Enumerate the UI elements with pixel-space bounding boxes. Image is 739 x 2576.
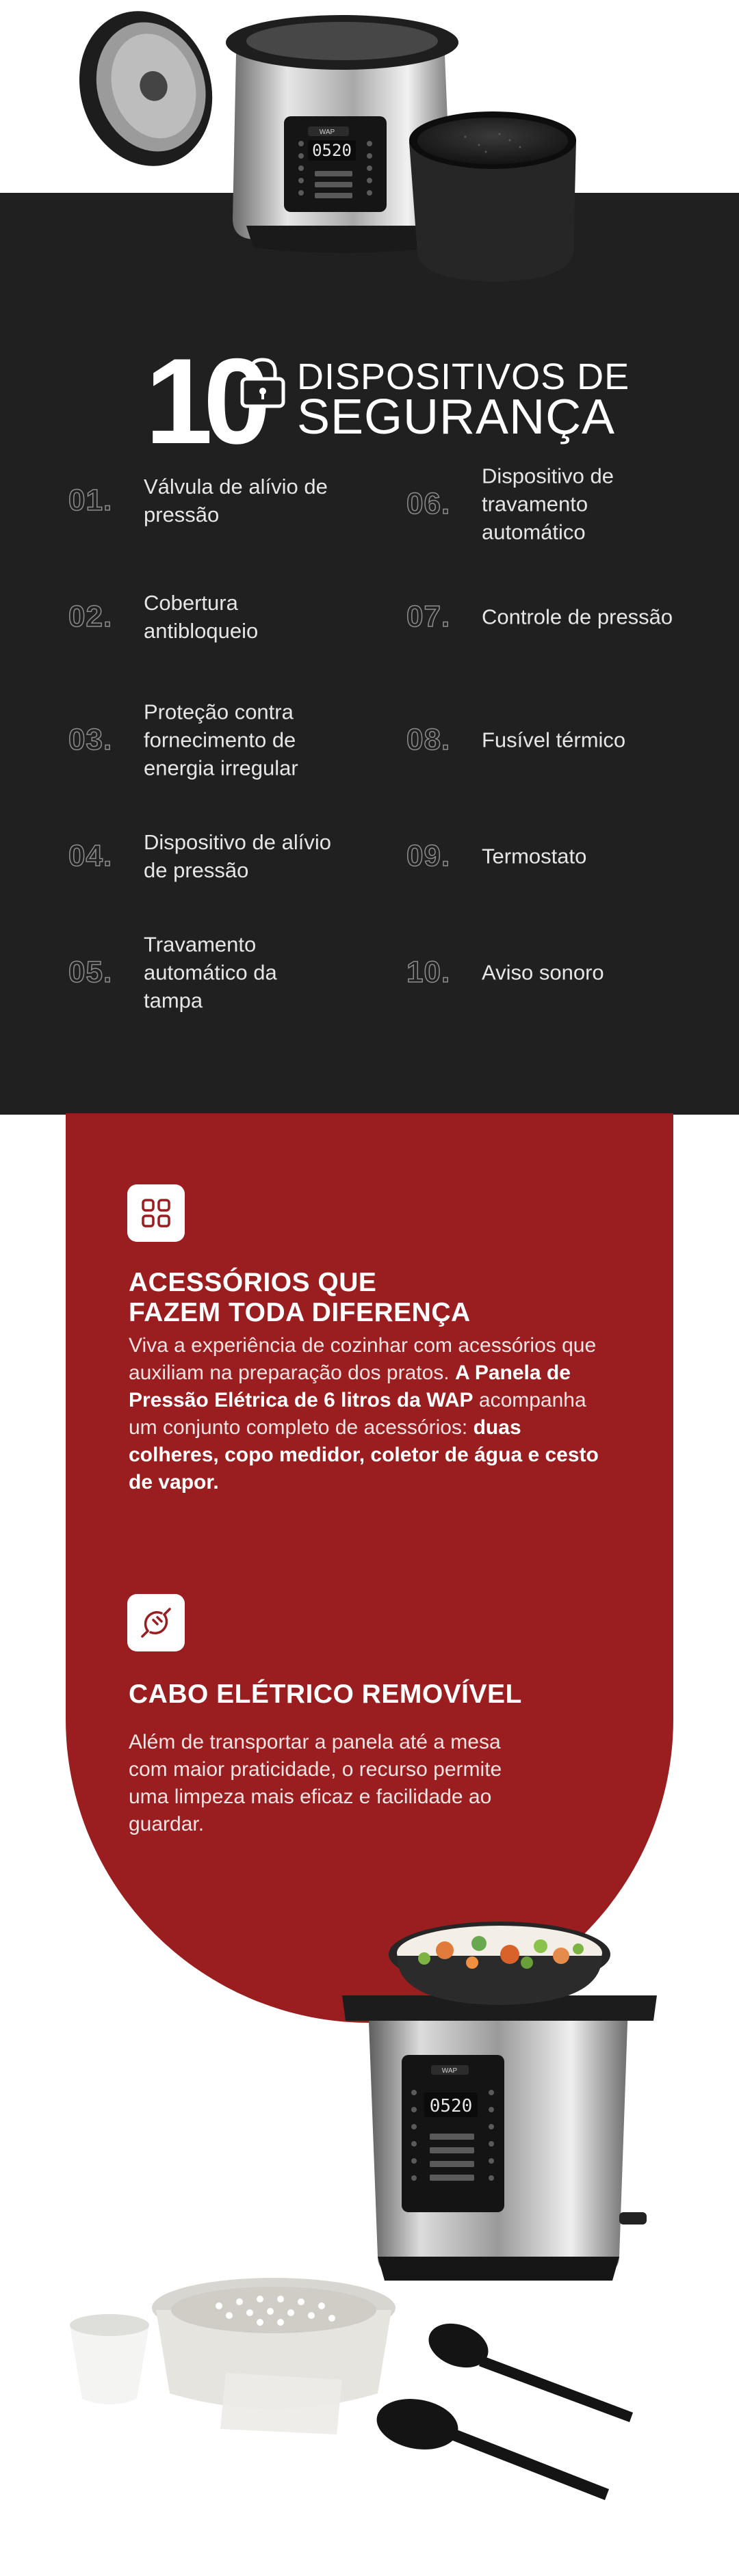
safety-item-text: Termostato [482, 844, 587, 868]
safety-item: 01. Válvula de alívio de pressão [68, 466, 328, 535]
safety-item-number: 05. [68, 955, 113, 990]
brand-logo: WAP [320, 129, 335, 136]
cable-title: CABO ELÉTRICO REMOVÍVEL [129, 1679, 522, 1709]
accessories-title-line2: FAZEM TODA DIFERENÇA [129, 1298, 471, 1327]
safety-item-number: 10. [406, 955, 451, 990]
safety-item: 06. Dispositivo de travamento automático [406, 460, 653, 548]
safety-item-number: 06. [406, 486, 451, 521]
safety-item-number: 01. [68, 483, 113, 518]
display-readout-bottom: 0520 [430, 2096, 473, 2116]
pressure-cooker-open-image: WAP 0520 [79, 11, 576, 282]
accessories-title: ACESSÓRIOS QUE FAZEM TODA DIFERENÇA [129, 1268, 621, 1328]
safety-item: 03. Proteção contra fornecimento de ener… [68, 695, 315, 784]
safety-devices-section: 10 DISPOSITIVOS DE SEGURANÇA 01. Válvula… [0, 193, 739, 1115]
padlock-icon [240, 358, 285, 408]
safety-item-text: Proteção contra fornecimento de energia … [144, 700, 298, 780]
safety-item-text: Válvula de alívio de pressão [144, 475, 328, 527]
safety-item: 04. Dispositivo de alívio de pressão [68, 822, 331, 890]
safety-item: 02. Cobertura antibloqueio [68, 583, 315, 651]
safety-item-number: 08. [406, 722, 451, 757]
safety-item: 05. Travamento automático da tampa [68, 928, 315, 1017]
safety-item-text: Dispositivo de travamento automático [482, 464, 614, 544]
safety-item: 10. Aviso sonoro [406, 945, 653, 1000]
accessories-title-line1: ACESSÓRIOS QUE [129, 1268, 377, 1297]
safety-item: 09. Termostato [406, 829, 653, 884]
safety-item-text: Cobertura antibloqueio [144, 591, 259, 643]
unplug-icon [141, 1608, 171, 1638]
safety-item: 07. Controle de pressão [406, 583, 673, 651]
safety-item-number: 03. [68, 722, 113, 757]
safety-item-text: Dispositivo de alívio de pressão [144, 830, 331, 882]
safety-item-number: 02. [68, 599, 113, 634]
safety-item-text: Aviso sonoro [482, 960, 604, 985]
safety-item-number: 09. [406, 838, 451, 873]
pressure-cooker-accessories-image: WAP 0520 [70, 1922, 657, 2500]
accessories-icon-tile [127, 1184, 185, 1242]
safety-item: 08. Fusível térmico [406, 713, 653, 767]
safety-item-number: 07. [406, 599, 451, 634]
brand-logo-bottom: WAP [442, 2067, 458, 2075]
cable-description: Além de transportar a panela até a mesa … [129, 1731, 502, 1835]
safety-item-text: Travamento automático da tampa [144, 932, 277, 1013]
display-readout: 0520 [312, 141, 352, 160]
features-section: ACESSÓRIOS QUE FAZEM TODA DIFERENÇA Viva… [66, 1113, 673, 2023]
safety-title-line2: SEGURANÇA [297, 390, 616, 444]
safety-item-text: Controle de pressão [482, 605, 673, 629]
grid-icon [142, 1199, 170, 1227]
safety-item-number: 04. [68, 838, 113, 873]
accessories-description: Viva a experiência de cozinhar com acess… [129, 1332, 601, 1496]
safety-item-text: Fusível térmico [482, 728, 626, 752]
cable-icon-tile [127, 1594, 185, 1651]
